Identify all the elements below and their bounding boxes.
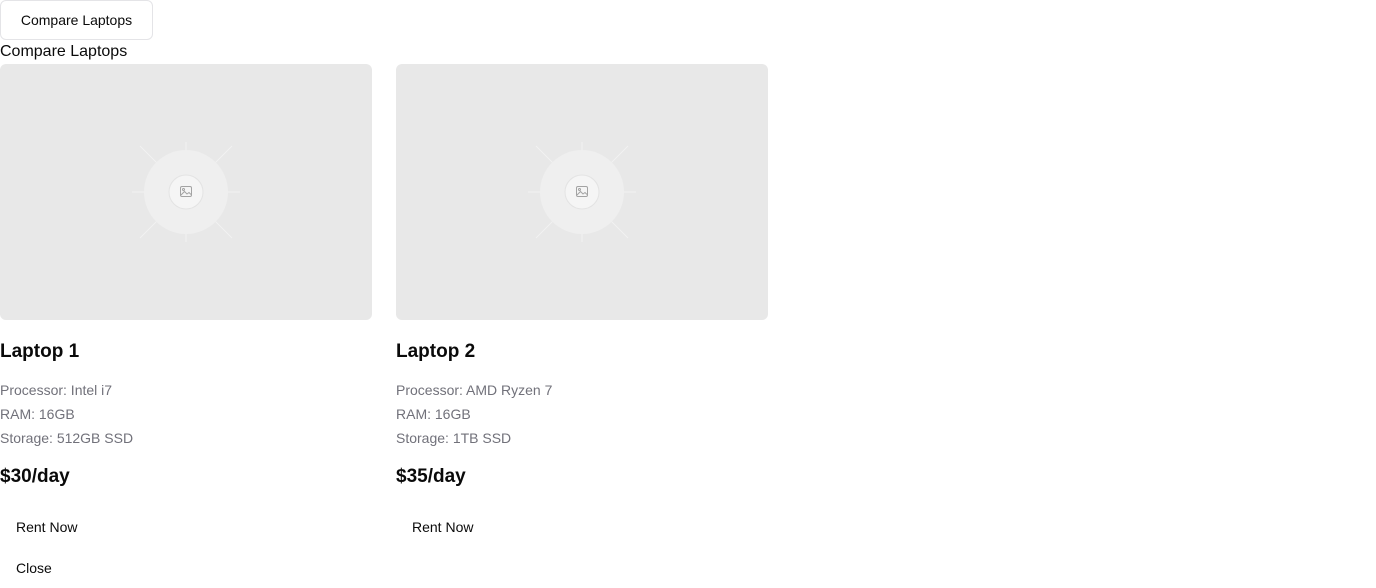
spec-processor: Processor: Intel i7 bbox=[0, 382, 113, 398]
spec-ram: RAM: 16GB bbox=[396, 406, 471, 422]
page-root: Compare Laptops Compare Laptops Laptop 1… bbox=[0, 0, 1376, 588]
laptop-name: Laptop 2 bbox=[396, 341, 476, 362]
image-placeholder-icon bbox=[528, 142, 636, 242]
spec-ram: RAM: 16GB bbox=[0, 406, 75, 422]
image-placeholder-icon bbox=[132, 142, 240, 242]
laptop-cards: Laptop 1 Processor: Intel i7 RAM: 16GB S… bbox=[0, 64, 768, 539]
laptop-name: Laptop 1 bbox=[0, 341, 80, 362]
laptop-price: $35/day bbox=[396, 466, 466, 487]
spec-storage: Storage: 1TB SSD bbox=[396, 430, 512, 446]
close-button[interactable]: Close bbox=[0, 556, 68, 580]
laptop-image-placeholder bbox=[396, 64, 768, 320]
rent-now-button[interactable]: Rent Now bbox=[0, 515, 93, 539]
rent-now-button[interactable]: Rent Now bbox=[396, 515, 489, 539]
laptop-specs: Processor: AMD Ryzen 7 RAM: 16GB Storage… bbox=[396, 378, 768, 450]
spec-processor: Processor: AMD Ryzen 7 bbox=[396, 382, 553, 398]
laptop-price: $30/day bbox=[0, 466, 70, 487]
compare-laptops-button[interactable]: Compare Laptops bbox=[0, 0, 153, 40]
laptop-image-placeholder bbox=[0, 64, 372, 320]
laptop-card: Laptop 1 Processor: Intel i7 RAM: 16GB S… bbox=[0, 64, 372, 539]
laptop-specs: Processor: Intel i7 RAM: 16GB Storage: 5… bbox=[0, 378, 372, 450]
laptop-card: Laptop 2 Processor: AMD Ryzen 7 RAM: 16G… bbox=[396, 64, 768, 539]
dialog-title: Compare Laptops bbox=[0, 43, 128, 60]
spec-storage: Storage: 512GB SSD bbox=[0, 430, 134, 446]
